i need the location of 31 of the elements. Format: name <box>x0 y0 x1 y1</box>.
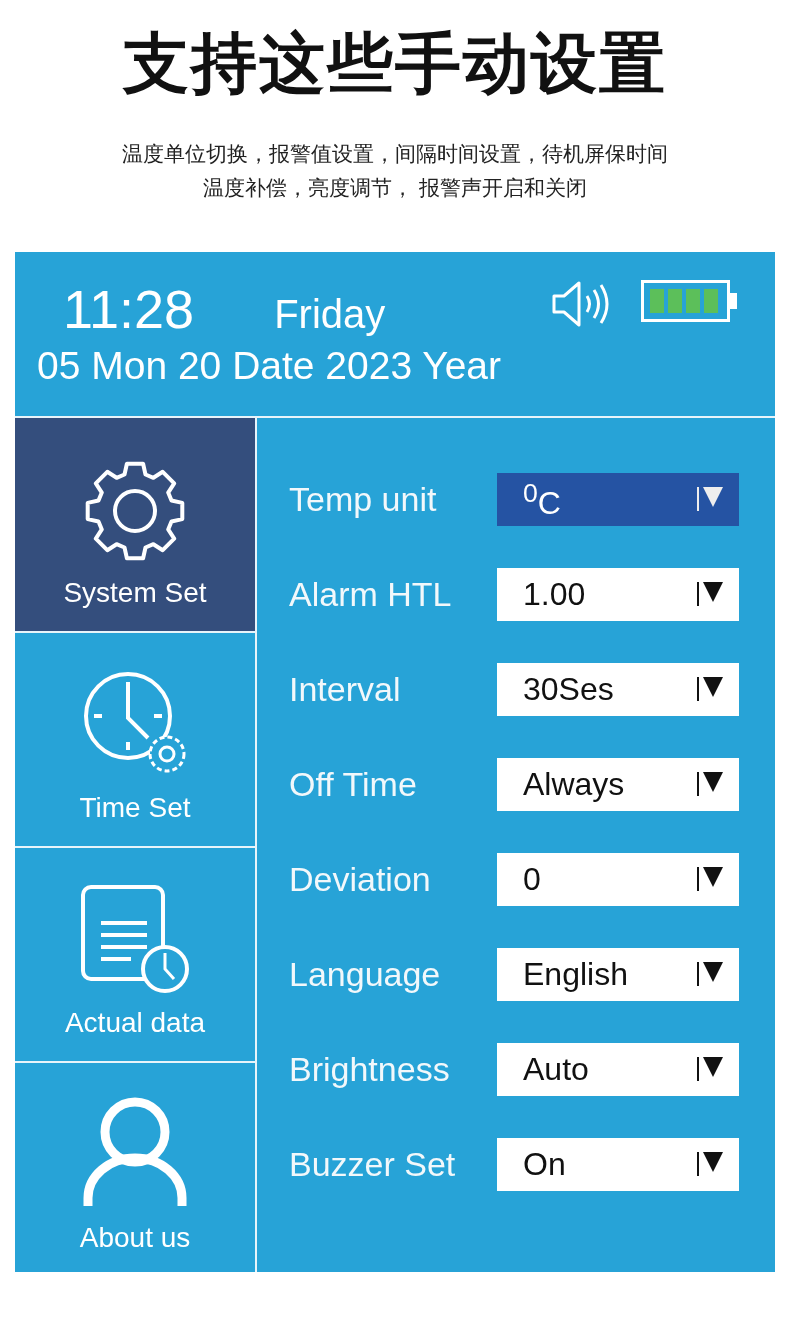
setting-dropdown[interactable]: 0 <box>497 853 739 906</box>
weekday: Friday <box>274 291 386 338</box>
sidebar-label: System Set <box>63 577 207 609</box>
headline: 支持这些手动设置 <box>123 24 667 104</box>
sidebar-label: Time Set <box>79 792 191 824</box>
setting-dropdown[interactable]: Auto <box>497 1043 739 1096</box>
subtitle-line: 温度单位切换，报警值设置，间隔时间设置，待机屏保时间 <box>122 141 668 168</box>
setting-dropdown[interactable]: Always <box>497 758 739 811</box>
sidebar-item[interactable]: System Set <box>15 418 255 633</box>
setting-dropdown[interactable]: 30Ses <box>497 663 739 716</box>
document-clock-icon <box>79 883 191 993</box>
setting-label: Deviation <box>289 860 431 899</box>
date-text: 05 Mon 20 Date 2023 Year <box>37 344 502 388</box>
setting-label: Language <box>289 955 441 994</box>
setting-dropdown[interactable]: On <box>497 1138 739 1191</box>
subtitle-line: 温度补偿，亮度调节， 报警声开启和关闭 <box>202 175 588 202</box>
setting-dropdown[interactable]: 1.00 <box>497 568 739 621</box>
sidebar-label: About us <box>79 1222 191 1254</box>
setting-dropdown[interactable]: $^{0}$C <box>497 473 739 526</box>
setting-label: Temp unit <box>289 480 437 519</box>
battery-icon <box>641 280 739 322</box>
clock-time: 11:28 <box>63 280 195 338</box>
setting-label: Interval <box>289 670 401 709</box>
setting-label: Alarm HTL <box>289 575 452 614</box>
person-icon <box>82 1096 188 1208</box>
setting-dropdown[interactable]: English <box>497 948 739 1001</box>
sidebar-label: Actual data <box>64 1007 206 1039</box>
setting-label: Buzzer Set <box>289 1145 456 1184</box>
gear-icon <box>83 459 187 563</box>
setting-label: Off Time <box>289 765 417 804</box>
setting-label: Brightness <box>289 1050 450 1089</box>
